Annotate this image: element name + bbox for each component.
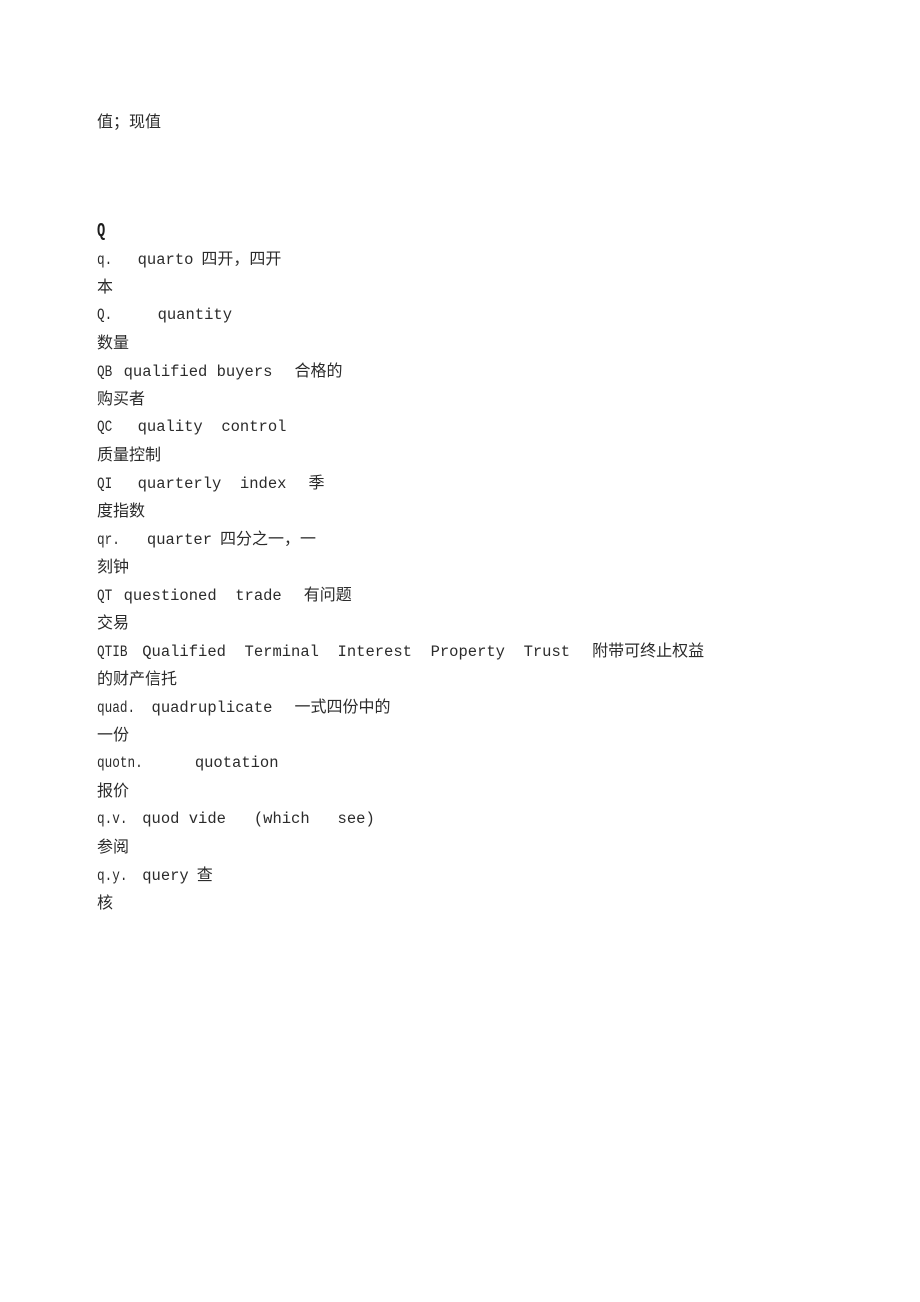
entry-gloss: 季 <box>308 473 325 492</box>
entry-gloss: 查 <box>196 865 213 884</box>
entry-abbreviation: qr. <box>97 531 120 549</box>
entry-gloss-continuation: 本 <box>97 277 114 296</box>
entry-abbreviation: QTIB <box>97 643 128 661</box>
entry-gloss-continuation: 参阅 <box>97 837 130 856</box>
glossary-entry: QTIB Qualified Terminal Interest Property… <box>97 637 897 665</box>
carryover-text: 值；现值 <box>97 112 162 131</box>
glossary-entry: q.y. query 查 <box>97 861 897 889</box>
entry-term: quarto <box>137 251 194 269</box>
entry-term: quarterly index <box>137 475 287 493</box>
glossary-entry: q.v. quod vide (which see) <box>97 805 897 833</box>
entry-gloss-continuation: 交易 <box>97 613 130 632</box>
entry-gloss: 合格的 <box>294 361 343 380</box>
entry-abbreviation: quad. <box>97 699 136 717</box>
entry-gloss-continuation: 核 <box>97 893 114 912</box>
glossary-entry: qr. quarter 四分之一，一 <box>97 525 897 553</box>
entry-abbreviation: q.v. <box>97 810 128 828</box>
glossary-entry: quad. quadruplicate 一式四份中的 <box>97 693 897 721</box>
glossary-entry: QB qualified buyers 合格的 <box>97 357 897 385</box>
entry-gloss: 附带可终止权益 <box>592 641 705 660</box>
document-page: 值；现值 Q q. quarto 四开，四开本 Q. quantity 数量 QB quali… <box>0 0 920 1302</box>
entry-term: questioned trade <box>123 587 282 605</box>
entry-term: qualified buyers <box>123 363 273 381</box>
entry-abbreviation: QI <box>97 475 113 493</box>
glossary-entry: quotn. quotation <box>97 749 897 777</box>
entry-term: quod vide (which see) <box>142 810 375 828</box>
glossary-entry: QC quality control <box>97 413 897 441</box>
entry-gloss-continuation: 一份 <box>97 725 130 744</box>
entry-gloss-continuation: 数量 <box>97 333 130 352</box>
entry-abbreviation: q. <box>97 251 113 269</box>
entry-abbreviation: q.y. <box>97 867 128 885</box>
entry-abbreviation: QB <box>97 363 113 381</box>
entry-gloss-continuation: 刻钟 <box>97 557 130 576</box>
entry-gloss: 四开，四开 <box>201 249 282 268</box>
entry-term: query <box>142 867 189 885</box>
entry-term: quarter <box>146 531 213 549</box>
entry-abbreviation: QT <box>97 587 113 605</box>
entry-term: Qualified Terminal Interest Property Tru… <box>142 643 571 661</box>
entry-gloss: 有问题 <box>303 585 352 604</box>
glossary-entry-list: q. quarto 四开，四开本 Q. quantity 数量 QB qualified bu… <box>97 245 897 917</box>
entry-gloss: 一式四份中的 <box>294 697 391 716</box>
entry-gloss-continuation: 度指数 <box>97 501 146 520</box>
glossary-entry: Q. quantity <box>97 301 897 329</box>
entry-term: quadruplicate <box>151 699 273 717</box>
entry-gloss-continuation: 购买者 <box>97 389 146 408</box>
entry-gloss: 四分之一，一 <box>220 529 317 548</box>
glossary-entry: q. quarto 四开，四开 <box>97 245 897 273</box>
section-heading-letter: Q <box>97 220 106 242</box>
entry-term: quotation <box>194 754 279 772</box>
entry-gloss-continuation: 的财产信托 <box>97 669 178 688</box>
glossary-entry: QI quarterly index 季 <box>97 469 897 497</box>
entry-term: quantity <box>157 306 233 324</box>
entry-abbreviation: quotn. <box>97 754 143 772</box>
entry-gloss-continuation: 报价 <box>97 781 130 800</box>
glossary-entry: QT questioned trade 有问题 <box>97 581 897 609</box>
entry-term: quality control <box>137 418 287 436</box>
entry-gloss-continuation: 质量控制 <box>97 445 162 464</box>
entry-abbreviation: Q. <box>97 306 113 324</box>
entry-abbreviation: QC <box>97 418 113 436</box>
